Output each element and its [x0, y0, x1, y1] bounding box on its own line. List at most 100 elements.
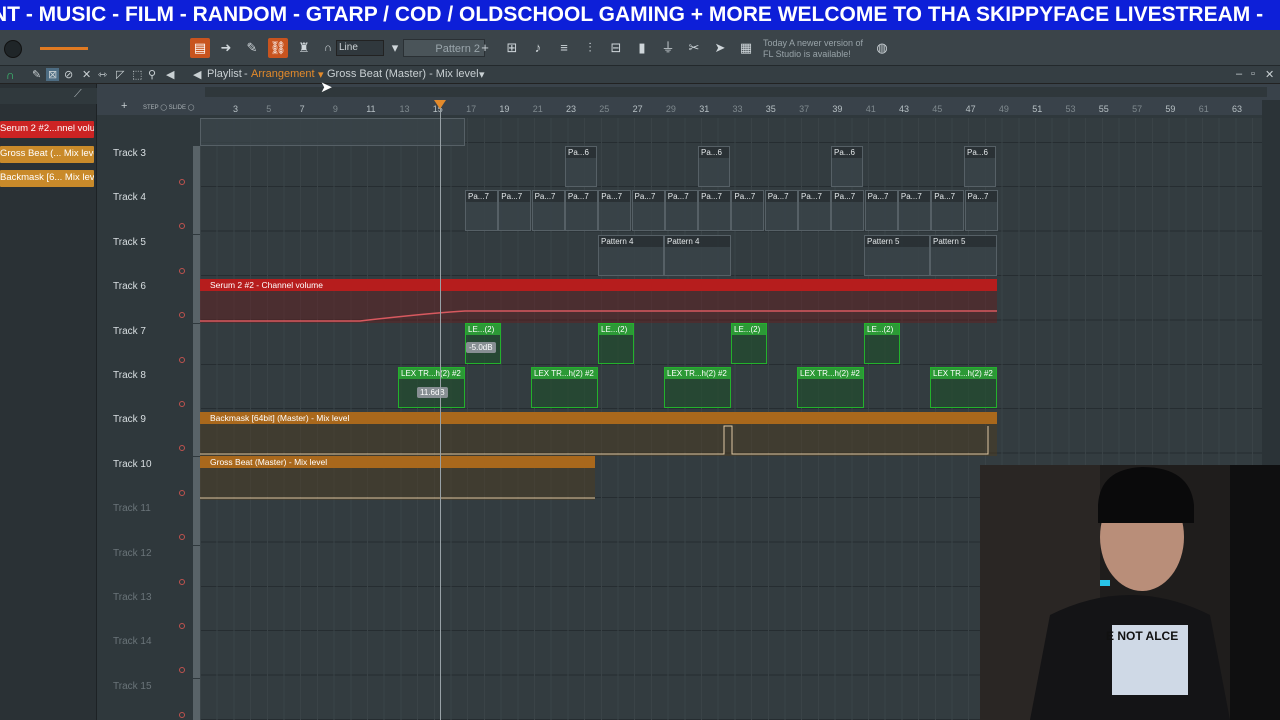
master-volume-knob[interactable] [4, 40, 22, 58]
clip-pattern[interactable]: Pa...7 [764, 190, 798, 231]
track-lane-handle[interactable] [193, 279, 200, 324]
picker-item[interactable]: Backmask [6... Mix level [0, 170, 94, 187]
clip-pattern[interactable]: Pa...7 [598, 190, 632, 231]
tools-icon[interactable]: ✂ [684, 38, 704, 58]
track-name[interactable]: Track 10 [113, 459, 152, 470]
master-pitch-slider[interactable] [40, 47, 88, 50]
update-hint[interactable]: Today A newer version of FL Studio is av… [763, 38, 863, 60]
step-slide-toggle[interactable]: STEP ◯ SLIDE ◯ [143, 104, 194, 111]
chevron-down-icon[interactable]: ▾ [479, 68, 485, 81]
clip-pattern[interactable]: Pa...7 [864, 190, 898, 231]
clip-pattern[interactable]: Pa...7 [531, 190, 565, 231]
render-icon[interactable]: ▦ [736, 38, 756, 58]
chevron-down-icon[interactable]: ▾ [388, 38, 402, 58]
playback-icon[interactable]: ◀ [166, 68, 174, 81]
track-lane-handle[interactable] [193, 190, 200, 235]
track-name[interactable]: Track 15 [113, 681, 152, 692]
track-name[interactable]: Track 4 [113, 192, 146, 203]
clip-pattern[interactable]: Pa...6 [831, 146, 863, 187]
picker-item[interactable]: Serum 2 #2...nnel volume [0, 121, 94, 138]
clip-pattern[interactable]: Pa...7 [798, 190, 831, 231]
delete-tool-icon[interactable]: ⊘ [64, 68, 73, 81]
mute-tool-icon[interactable]: ✕ [82, 68, 91, 81]
audio-clip[interactable]: LEX TR...h(2) #2 [664, 367, 731, 408]
maximize-icon[interactable]: ▫ [1251, 68, 1255, 80]
picker-link-icon[interactable]: ⟋ [74, 88, 82, 101]
arrow-right-icon[interactable]: ➜ [216, 38, 236, 58]
clip-pattern[interactable]: Pa...6 [565, 146, 597, 187]
arrangement-select[interactable]: Arrangement [251, 68, 315, 80]
pattern-selector[interactable]: Pattern 2 [403, 39, 485, 57]
clip-pattern[interactable]: Pa...7 [931, 190, 965, 231]
picker-item[interactable]: Gross Beat (... Mix level [0, 146, 94, 163]
clip-pattern[interactable]: Pattern 4 [598, 235, 664, 276]
automation-clip-channel-volume[interactable]: Serum 2 #2 - Channel volume [200, 279, 997, 323]
clip-pattern[interactable]: Pa...6 [698, 146, 730, 187]
track-name[interactable]: Track 12 [113, 548, 152, 559]
automation-clip-gross-beat[interactable]: Gross Beat (Master) - Mix level [200, 456, 595, 500]
snap-select[interactable]: Line [336, 40, 384, 56]
clip-pattern[interactable]: Pa...7 [698, 190, 732, 231]
track-mute-icon[interactable] [179, 623, 185, 629]
plugin-icon[interactable]: ⊟ [606, 38, 626, 58]
audio-clip[interactable]: LE...(2) [731, 323, 767, 364]
track-lane-handle[interactable] [193, 501, 200, 546]
track-lane-handle[interactable] [193, 545, 200, 590]
clip-pattern[interactable]: Pa...7 [731, 190, 765, 231]
track-lane-handle[interactable] [193, 590, 200, 634]
playlist-icon[interactable]: ▤ [190, 38, 210, 58]
clip-pattern[interactable]: Pa...7 [664, 190, 698, 231]
audio-clip[interactable]: LEX TR...h(2) #2 [797, 367, 864, 408]
track-lane-handle[interactable] [193, 634, 200, 679]
clip-pattern[interactable]: Pa...7 [498, 190, 532, 231]
track-name[interactable]: Track 9 [113, 414, 146, 425]
track-lane-handle[interactable] [193, 146, 200, 190]
track-name[interactable]: Track 13 [113, 592, 152, 603]
audio-clip[interactable]: LE...(2) [864, 323, 900, 364]
clip-pattern[interactable]: Pa...7 [631, 190, 665, 231]
add-track-icon[interactable]: + [121, 100, 127, 112]
track-lane-handle[interactable] [193, 323, 200, 368]
track-name[interactable]: Track 3 [113, 148, 146, 159]
pencil-tool-icon[interactable]: ✎ [32, 68, 41, 81]
link-icon[interactable]: ⛓ [268, 38, 288, 58]
track-mute-icon[interactable] [179, 489, 185, 496]
track-name[interactable]: Track 14 [113, 636, 152, 647]
close-icon[interactable]: ✕ [1265, 68, 1274, 81]
globe-icon[interactable]: ◍ [872, 38, 892, 58]
clip-pattern[interactable]: Pa...7 [897, 190, 931, 231]
clip-pattern[interactable]: Pa...7 [465, 190, 498, 231]
track-name[interactable]: Track 11 [113, 503, 151, 514]
slice-tool-icon[interactable]: ◸ [116, 68, 124, 81]
piano-roll-icon[interactable]: ♪ [528, 38, 548, 58]
track-lane-handle[interactable] [193, 456, 200, 501]
track-lane-handle[interactable] [193, 412, 200, 457]
track-mute-icon[interactable] [179, 711, 185, 718]
clip-pattern[interactable]: Pa...7 [564, 190, 598, 231]
magnet-icon[interactable]: ∩ [318, 38, 338, 58]
playhead-marker[interactable] [434, 100, 446, 109]
audio-clip[interactable]: LEX TR...h(2) #2 [531, 367, 598, 408]
track-name[interactable]: Track 8 [113, 370, 146, 381]
zoom-icon[interactable]: ⚲ [148, 68, 156, 81]
clip-pattern[interactable]: Pattern 5 [864, 235, 930, 276]
track-mute-icon[interactable] [179, 356, 185, 363]
clip-pattern[interactable]: Pa...6 [964, 146, 996, 187]
clip-pattern[interactable]: Pattern 4 [664, 235, 731, 276]
project-icon[interactable]: ▮ [632, 38, 652, 58]
track-mute-icon[interactable] [179, 578, 185, 585]
clip-pattern[interactable]: Pa...7 [964, 190, 998, 231]
browser-icon[interactable]: ≡ [554, 38, 574, 58]
arrow-left-icon[interactable]: ◀ [193, 68, 201, 81]
add-pattern-icon[interactable]: + [478, 38, 492, 58]
plug-icon[interactable]: ⏚ [658, 38, 678, 58]
clip-source-select[interactable]: Gross Beat (Master) - Mix level [327, 68, 479, 80]
track-mute-icon[interactable] [179, 401, 185, 407]
clip-pattern[interactable] [200, 118, 465, 146]
send-icon[interactable]: ➤ [710, 38, 730, 58]
track-mute-icon[interactable] [179, 179, 185, 185]
track-lane-handle[interactable] [193, 234, 200, 279]
audio-clip[interactable]: LE...(2) [598, 323, 634, 364]
track-mute-icon[interactable] [179, 267, 185, 274]
clip-pattern[interactable]: Pattern 5 [930, 235, 997, 276]
